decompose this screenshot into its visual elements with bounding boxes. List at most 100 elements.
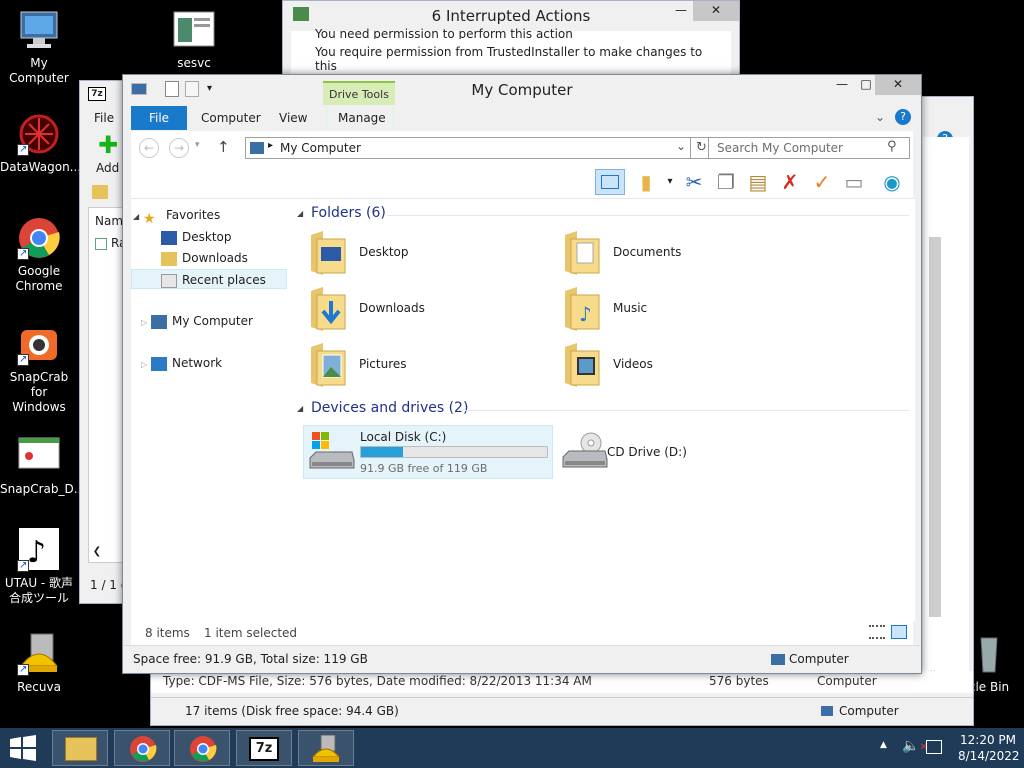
drive-d[interactable]: CD Drive (D:) [557, 425, 807, 479]
show-hidden-icons-icon[interactable]: ▲ [880, 740, 887, 750]
clock-time[interactable]: 12:20 PM [960, 733, 1016, 747]
taskbar-recuva[interactable] [298, 730, 354, 766]
expand-ribbon-icon[interactable]: ⌄ [875, 110, 885, 124]
file-explorer-icon [65, 737, 97, 761]
drive-c[interactable]: Local Disk (C:) 91.9 GB free of 119 GB [303, 425, 553, 479]
interrupted-actions-window[interactable]: 6 Interrupted Actions — ✕ You need permi… [282, 0, 740, 87]
tab-computer[interactable]: Computer [191, 106, 271, 130]
desktop-icon-recuva[interactable]: Recuva [0, 632, 78, 695]
drive-c-free: 91.9 GB free of 119 GB [360, 462, 488, 475]
address-bar[interactable]: ▸ My Computer ⌄ [245, 137, 691, 159]
globe-icon[interactable]: ◉ [879, 169, 905, 195]
recent-locations-icon[interactable]: ▾ [195, 140, 200, 150]
downloads-folder-icon [161, 251, 177, 266]
search-icon[interactable]: ⚲ [887, 139, 897, 154]
system-tray[interactable]: ▲ 🔈✕ 12:20 PM 8/14/2022 [864, 728, 1024, 768]
taskbar-7zip[interactable]: 7z [236, 730, 292, 766]
volume-muted-icon[interactable]: 🔈✕ [902, 738, 928, 754]
devices-header[interactable]: Devices and drives (2) [311, 400, 468, 416]
desktop-icon-my-computer[interactable]: My Computer [0, 8, 78, 86]
desktop-icon-label: My Computer [9, 56, 69, 85]
dialog-line-2: You require permission from TrustedInsta… [315, 45, 703, 73]
file-row-icon [95, 238, 107, 250]
folders-header[interactable]: Folders (6) [311, 205, 386, 221]
scroll-left-button[interactable]: ❮ [89, 546, 105, 562]
folder-downloads[interactable]: Downloads [309, 285, 559, 337]
recuva-icon [17, 632, 61, 677]
desktop-icon-label: DataWagon... [0, 160, 82, 174]
folder-videos[interactable]: Videos [563, 341, 813, 393]
videos-folder-icon [565, 343, 600, 387]
nav-downloads[interactable]: Downloads [161, 248, 248, 268]
check-icon[interactable]: ✓ [809, 169, 835, 195]
details-view-icon[interactable] [869, 625, 885, 639]
nav-my-computer[interactable]: ▷ My Computer [141, 311, 253, 331]
content-pane[interactable]: ◢ Folders (6) Desktop Documents Download… [291, 199, 915, 621]
cut-icon[interactable]: ✂ [681, 169, 707, 195]
breadcrumb-arrow-icon[interactable]: ▸ [268, 140, 273, 151]
collapse-arrow-icon[interactable]: ◢ [297, 404, 303, 413]
nav-favorites[interactable]: ◢ ★ Favorites [133, 205, 220, 227]
desktop-icon-utau[interactable]: ♪ UTAU - 歌声 合成ツール [0, 528, 78, 606]
minimize-button[interactable]: — [667, 1, 695, 21]
drive-c-usage-bar [360, 446, 548, 458]
music-folder-icon: ♪ [565, 287, 600, 331]
dropdown-icon[interactable]: ▾ [657, 169, 683, 195]
properties-icon[interactable]: ▮ [633, 169, 659, 195]
documents-folder-icon [565, 231, 600, 275]
expand-arrow-icon[interactable]: ◢ [133, 212, 139, 221]
network-icon[interactable] [926, 740, 942, 754]
folder-documents[interactable]: Documents [563, 229, 813, 281]
tab-manage[interactable]: Manage [327, 106, 393, 130]
desktop-icon-snapcrab[interactable]: SnapCrab for Windows [0, 322, 78, 415]
tab-file[interactable]: File [131, 106, 187, 130]
up-button[interactable]: ↑ [217, 138, 230, 156]
svg-text:♪: ♪ [579, 302, 592, 326]
clock-date[interactable]: 8/14/2022 [958, 749, 1020, 763]
taskbar-chrome-2[interactable] [174, 730, 230, 766]
desktop-icon-chrome[interactable]: Google Chrome [0, 216, 78, 294]
start-button[interactable] [8, 734, 40, 762]
tab-view[interactable]: View [269, 106, 317, 130]
add-button[interactable]: Add [96, 161, 119, 175]
delete-icon[interactable]: ✗ [777, 169, 803, 195]
taskbar-chrome-1[interactable] [114, 730, 170, 766]
scrollbar[interactable] [929, 237, 941, 617]
close-button[interactable]: ✕ [875, 75, 921, 95]
menu-file[interactable]: File [94, 111, 114, 125]
help-icon[interactable]: ? [895, 109, 911, 125]
desktop-icon-sesvc[interactable]: sesvc [155, 8, 233, 71]
drive-c-name: Local Disk (C:) [360, 430, 447, 444]
search-input[interactable]: Search My Computer [708, 137, 910, 159]
large-icons-view-icon[interactable] [891, 625, 907, 639]
navigation-pane[interactable]: ◢ ★ Favorites Desktop Downloads Recent pl… [131, 199, 291, 621]
preview-pane-icon[interactable] [595, 169, 625, 195]
add-icon: ✚ [98, 131, 119, 159]
paste-icon[interactable]: ▤ [745, 169, 771, 195]
chrome-icon [130, 736, 157, 762]
breadcrumb-my-computer[interactable]: My Computer [280, 141, 361, 155]
my-computer-window[interactable]: ▾ Drive Tools My Computer — □ ✕ File Com… [122, 74, 922, 674]
folder-pictures[interactable]: Pictures [309, 341, 559, 393]
forward-button[interactable]: → [169, 138, 189, 158]
desktop-icon-datawagon[interactable]: DataWagon... [0, 112, 82, 175]
taskbar-file-explorer[interactable] [52, 730, 108, 766]
expand-arrow-icon[interactable]: ▷ [141, 318, 147, 327]
folder-desktop[interactable]: Desktop [309, 229, 559, 281]
expand-arrow-icon[interactable]: ▷ [141, 360, 147, 369]
nav-desktop[interactable]: Desktop [161, 227, 232, 247]
copy-icon[interactable]: ❐ [713, 169, 739, 195]
collapse-arrow-icon[interactable]: ◢ [297, 209, 303, 218]
up-folder-icon[interactable] [92, 185, 108, 199]
close-button[interactable]: ✕ [693, 1, 739, 21]
address-dropdown-icon[interactable]: ⌄ [676, 139, 686, 153]
back-button[interactable]: ← [139, 138, 159, 158]
taskbar[interactable]: 7z ▲ 🔈✕ 12:20 PM 8/14/2022 [0, 728, 1024, 768]
nav-recent-places[interactable]: Recent places [131, 269, 287, 289]
rename-icon[interactable]: ▭ [841, 169, 867, 195]
image-file-icon [17, 434, 61, 478]
desktop-icon-label: sesvc [177, 56, 211, 70]
folder-music[interactable]: ♪ Music [563, 285, 813, 337]
nav-network[interactable]: ▷ Network [141, 353, 222, 373]
desktop-icon-snapcrab-d[interactable]: SnapCrab_D... [0, 434, 85, 497]
